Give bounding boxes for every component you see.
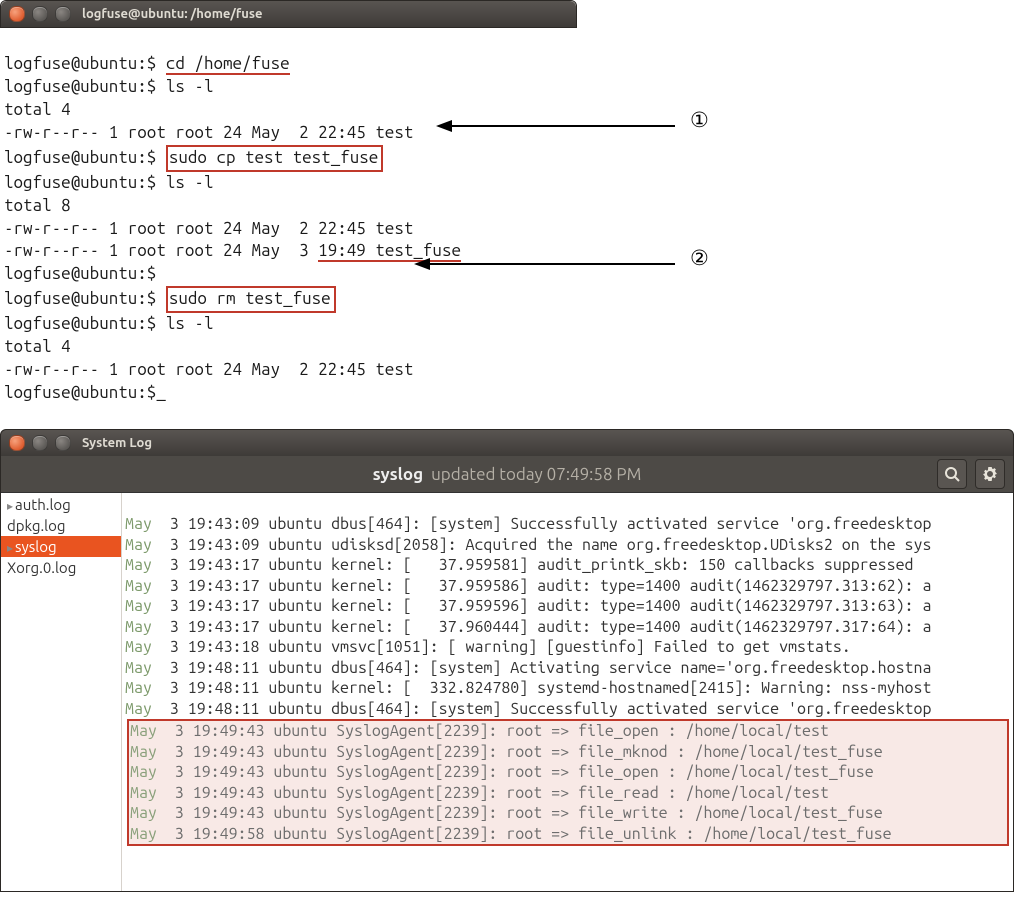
cmd-ls: ls -l [166,314,214,333]
syslog-sidebar: auth.log dpkg.log syslog Xorg.0.log [1,493,122,891]
log-line: May 3 19:43:17 ubuntu kernel: [ 37.96044… [125,617,1013,637]
output-line: total 4 [4,337,71,356]
terminal-titlebar[interactable]: logfuse@ubuntu: /home/fuse [1,1,576,27]
gear-icon[interactable] [975,459,1005,489]
log-line: May 3 19:43:09 ubuntu udisksd[2058]: Acq… [125,535,1013,555]
log-line: May 3 19:49:43 ubuntu SyslogAgent[2239]:… [130,762,1007,782]
syslog-titlebar[interactable]: System Log [1,430,1013,456]
syslog-window: System Log syslog updated today 07:49:58… [0,429,1014,892]
prompt: logfuse@ubuntu:$ [4,54,156,73]
syslog-current-name: syslog [373,465,423,484]
log-line: May 3 19:49:58 ubuntu SyslogAgent[2239]:… [130,824,1007,844]
maximize-icon[interactable] [55,435,71,451]
sidebar-item-xorglog[interactable]: Xorg.0.log [1,557,121,578]
output-line: total 4 [4,100,71,119]
time-highlight: 19:49 [318,241,366,262]
output-line: -rw-r--r-- 1 root root 24 May 2 22:45 te… [4,219,413,238]
log-line: May 3 19:48:11 ubuntu kernel: [ 332.8247… [125,678,1013,698]
sidebar-item-authlog[interactable]: auth.log [1,494,121,515]
log-line: May 3 19:49:43 ubuntu SyslogAgent[2239]:… [130,803,1007,823]
close-icon[interactable] [9,435,25,451]
sidebar-item-dpkglog[interactable]: dpkg.log [1,515,121,536]
log-line: May 3 19:48:11 ubuntu dbus[464]: [system… [125,658,1013,678]
cmd-cd: cd /home/fuse [166,54,290,75]
cmd-cp-highlight: sudo cp test test_fuse [166,145,383,172]
log-line: May 3 19:43:09 ubuntu dbus[464]: [system… [125,514,1013,534]
log-line: May 3 19:48:11 ubuntu dbus[464]: [system… [125,699,1013,719]
log-line: May 3 19:43:17 ubuntu kernel: [ 37.95958… [125,576,1013,596]
sidebar-item-syslog[interactable]: syslog [1,536,121,557]
syslog-subbar: syslog updated today 07:49:58 PM [1,456,1013,492]
prompt-cursor[interactable]: logfuse@ubuntu:$ [4,383,166,402]
terminal-output[interactable]: logfuse@ubuntu:$ cd /home/fuse logfuse@u… [0,28,1008,411]
log-line: May 3 19:49:43 ubuntu SyslogAgent[2239]:… [130,783,1007,803]
syslog-title: System Log [82,436,152,450]
file-highlight: test_fuse [366,241,461,262]
log-line: May 3 19:43:17 ubuntu kernel: [ 37.95958… [125,555,1013,575]
minimize-icon[interactable] [32,6,48,22]
cmd-ls: ls -l [166,173,214,192]
log-line: May 3 19:49:43 ubuntu SyslogAgent[2239]:… [130,742,1007,762]
cmd-ls: ls -l [166,77,214,96]
prompt: logfuse@ubuntu:$ [4,77,156,96]
log-line: May 3 19:49:43 ubuntu SyslogAgent[2239]:… [130,721,1007,741]
prompt: logfuse@ubuntu:$ [4,264,156,283]
highlighted-log-block: May 3 19:49:43 ubuntu SyslogAgent[2239]:… [127,719,1009,846]
output-line: total 8 [4,196,71,215]
callout-1: ① [690,108,709,133]
syslog-log-area[interactable]: May 3 19:43:09 ubuntu dbus[464]: [system… [122,493,1013,891]
prompt: logfuse@ubuntu:$ [4,173,156,192]
syslog-updated-text: updated today 07:49:58 PM [431,465,641,484]
output-line: -rw-r--r-- 1 root root 24 May 2 22:45 te… [4,123,413,142]
maximize-icon[interactable] [55,6,71,22]
output-line: -rw-r--r-- 1 root root 24 May 3 19:49 te… [4,241,461,262]
output-line: -rw-r--r-- 1 root root 24 May 2 22:45 te… [4,360,413,379]
log-line: May 3 19:43:18 ubuntu vmsvc[1051]: [ war… [125,637,1013,657]
minimize-icon[interactable] [32,435,48,451]
cmd-rm-highlight: sudo rm test_fuse [166,286,336,313]
prompt: logfuse@ubuntu:$ [4,148,156,167]
prompt: logfuse@ubuntu:$ [4,289,156,308]
terminal-window: logfuse@ubuntu: /home/fuse [0,0,577,28]
search-icon[interactable] [937,459,967,489]
prompt: logfuse@ubuntu:$ [4,314,156,333]
terminal-title: logfuse@ubuntu: /home/fuse [82,7,262,21]
close-icon[interactable] [9,6,25,22]
callout-2: ② [690,246,709,271]
log-line: May 3 19:43:17 ubuntu kernel: [ 37.95959… [125,596,1013,616]
